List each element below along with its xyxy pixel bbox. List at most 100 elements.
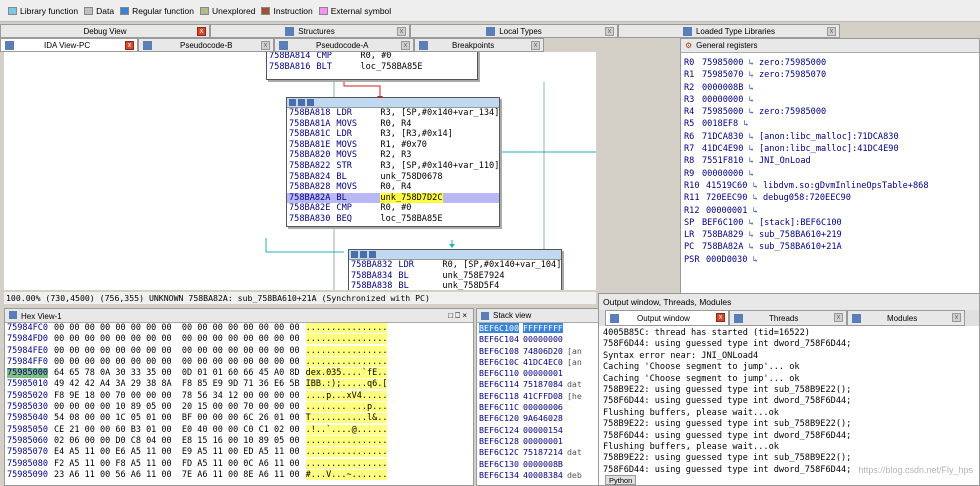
tab-loaded-type-libraries[interactable]: Loaded Type Libraries x (618, 24, 840, 38)
instruction-operand: unk_758D0678 (380, 171, 443, 182)
stack-row[interactable]: BEF6C120 9A646028 (479, 413, 599, 424)
stack-row[interactable]: BEF6C118 41CFFD08 [he (479, 391, 599, 402)
instruction-line[interactable]: 758BA81C LDR R3, [R3,#0x14] (287, 129, 499, 140)
close-icon[interactable]: x (605, 27, 614, 36)
stack-row[interactable]: BEF6C10C 41DC4EC0 [an (479, 357, 599, 368)
instruction-line[interactable]: 758BA834 BL unk_758E7924 (349, 271, 561, 282)
register-row[interactable]: R12 00000001 ↳ (684, 205, 979, 217)
instruction-line[interactable]: 758BA820 MOVS R2, R3 (287, 150, 499, 161)
window-controls[interactable]: □ ⎕ × (448, 311, 467, 321)
stack-row[interactable]: BEF6C100 FFFFFFFF (479, 323, 599, 334)
register-row[interactable]: SP BEF6C100 ↳ [stack]:BEF6C100 (684, 217, 979, 229)
tab-pseudocode-b[interactable]: Pseudocode-B x (138, 38, 274, 52)
hex-row[interactable]: 75984FE0 00 00 00 00 00 00 00 00 00 00 00… (7, 345, 473, 357)
close-icon[interactable]: x (952, 313, 961, 322)
stack-row[interactable]: BEF6C124 00000154 (479, 425, 599, 436)
tab-debug-view[interactable]: Debug View x (0, 24, 210, 38)
hex-row[interactable]: 75985020 F8 9E 18 00 70 00 00 00 78 56 34… (7, 390, 473, 402)
instruction-line[interactable]: 758BA824 BL unk_758D0678 (287, 172, 499, 183)
instruction-line[interactable]: 758BA81A MOVS R0, R4 (287, 119, 499, 130)
stack-value: 00000006 (522, 402, 563, 413)
hex-row[interactable]: 75985050 CE 21 00 00 60 B3 01 00 E0 40 00… (7, 424, 473, 436)
close-icon[interactable]: x (827, 27, 836, 36)
close-icon[interactable]: x (125, 41, 134, 50)
register-row[interactable]: R8 7551F810 ↳ JNI_OnLoad (684, 155, 979, 167)
close-icon[interactable]: x (834, 313, 843, 322)
close-icon[interactable]: x (197, 27, 206, 36)
stack-row[interactable]: BEF6C130 0000008B (479, 459, 599, 470)
output-line: 4005B85C: thread has started (tid=16522) (603, 328, 810, 338)
tab-structures[interactable]: Structures x (210, 24, 410, 38)
close-icon[interactable]: x (401, 41, 410, 50)
tab-pseudocode-a[interactable]: Pseudocode-A x (274, 38, 414, 52)
hex-row[interactable]: 75985040 54 08 00 00 1C 05 01 00 BF 00 00… (7, 413, 473, 424)
hex-row[interactable]: 75985070 E4 A5 11 00 E6 A5 11 00 E9 A5 11… (7, 447, 473, 458)
instruction-line[interactable]: 758BA814 CMP R0, #0 (267, 52, 477, 62)
register-row[interactable]: PC 758BA82A ↳ sub_758BA610+21A (684, 241, 979, 253)
hex-row[interactable]: 75984FC0 00 00 00 00 00 00 00 00 00 00 00… (7, 323, 473, 334)
hex-row[interactable]: 75984FF0 00 00 00 00 00 00 00 00 00 00 00… (7, 356, 473, 368)
ida-graph-view[interactable]: 758BA814 CMP R0, #0 758BA816 BLT loc_758BA85E… (4, 52, 596, 290)
tab-threads[interactable]: Threads x (729, 310, 847, 326)
instruction-line[interactable]: 758BA832 LDR R0, [SP,#0x140+var_104] (349, 260, 561, 271)
code-block[interactable]: 758BA814 CMP R0, #0 758BA816 BLT loc_758BA85E (266, 52, 478, 80)
hex-row[interactable]: 75985080 F2 A5 11 00 F8 A5 11 00 FD A5 11… (7, 458, 473, 470)
tab-breakpoints[interactable]: Breakpoints x (414, 38, 544, 52)
stack-row[interactable]: BEF6C12C 75187214 dat (479, 447, 599, 458)
code-block[interactable]: 758BA832 LDR R0, [SP,#0x140+var_104] 758BA8… (348, 249, 562, 290)
stack-view-pane[interactable]: Stack view BEF6C100 FFFFFFFF BEF6C104 00000… (476, 308, 600, 486)
tab-modules[interactable]: Modules x (847, 310, 965, 326)
code-block-current[interactable]: 758BA818 LDR R3, [SP,#0x140+var_134] 758BA8… (286, 97, 500, 227)
python-button[interactable]: Python (605, 475, 637, 485)
tab-output-window[interactable]: Output window x (605, 310, 729, 326)
instruction-line[interactable]: 758BA818 LDR R3, [SP,#0x140+var_134] (287, 108, 499, 119)
output-window[interactable]: Output window, Threads, Modules Output w… (598, 293, 980, 486)
register-row[interactable]: R11 720EEC90 ↳ debug058:720EEC90 (684, 192, 979, 204)
register-row[interactable]: R1 75985070 ↳ zero:75985070 (684, 69, 979, 81)
register-row[interactable]: R4 75985000 ↳ zero:75985000 (684, 106, 979, 118)
stack-row[interactable]: BEF6C108 74806D20 [an (479, 346, 599, 357)
register-row[interactable]: LR 758BA829 ↳ sub_758BA610+219 (684, 229, 979, 241)
instruction-line[interactable]: 758BA82E CMP R0, #0 (287, 203, 499, 214)
register-row[interactable]: PSR 000D0030 ↳ (684, 254, 979, 266)
register-row[interactable]: R6 71DCA830 ↳ [anon:libc_malloc]:71DCA830 (684, 131, 979, 143)
instruction-line[interactable]: 758BA822 STR R3, [SP,#0x140+var_110] (287, 161, 499, 172)
stack-row[interactable]: BEF6C110 00000001 (479, 368, 599, 379)
legend-label: External symbol (330, 5, 392, 16)
tab-local-types[interactable]: Local Types x (410, 24, 618, 38)
stack-row[interactable]: BEF6C11C 00000006 (479, 402, 599, 413)
general-registers-pane[interactable]: ⚙ General registers R0 75985000 ↳ zero:759… (680, 38, 980, 300)
instruction-mnemonic: BL (398, 270, 409, 281)
register-row[interactable]: R9 00000000 ↳ (684, 168, 979, 180)
register-row[interactable]: R2 0000008B ↳ (684, 82, 979, 94)
register-row[interactable]: R10 41519C60 ↳ libdvm.so:gDvmInlineOpsTab… (684, 180, 979, 192)
tab-ida-view-pc[interactable]: IDA View-PC x (0, 38, 138, 52)
stack-value: 00000001 (522, 435, 563, 446)
pointer-arrow-icon: ↳ (747, 254, 758, 265)
register-row[interactable]: R5 0018EF8 ↳ (684, 118, 979, 130)
close-icon[interactable]: x (261, 41, 270, 50)
stack-row[interactable]: BEF6C134 40008384 deb (479, 470, 599, 481)
register-row[interactable]: R0 75985000 ↳ zero:75985000 (684, 57, 979, 69)
close-icon[interactable]: x (716, 313, 725, 322)
hex-row[interactable]: 75985030 00 00 00 00 10 89 05 00 20 15 00… (7, 402, 473, 413)
hex-row[interactable]: 75985090 23 A6 11 00 56 A6 11 00 7E A6 11… (7, 469, 473, 481)
stack-row[interactable]: BEF6C114 75187084 dat (479, 379, 599, 390)
stack-row[interactable]: BEF6C104 00000000 (479, 334, 599, 345)
instruction-line[interactable]: 758BA81E MOVS R1, #0x70 (287, 140, 499, 151)
stack-row[interactable]: BEF6C128 00000001 (479, 436, 599, 447)
register-row[interactable]: R3 00000000 ↳ (684, 94, 979, 106)
hex-row[interactable]: 75985000 64 65 78 0A 30 33 35 00 0D 01 01… (7, 368, 473, 379)
instruction-line[interactable]: 758BA816 BLT loc_758BA85E (267, 62, 477, 73)
close-icon[interactable]: x (531, 41, 540, 50)
instruction-line[interactable]: 758BA830 BEQ loc_758BA85E (287, 214, 499, 225)
hex-row[interactable]: 75984FD0 00 00 00 00 00 00 00 00 00 00 00… (7, 334, 473, 345)
hex-view-pane[interactable]: Hex View-1 □ ⎕ × 75984FC0 00 00 00 00 00 0… (4, 308, 474, 486)
instruction-line[interactable]: 758BA828 MOVS R0, R4 (287, 182, 499, 193)
hex-row[interactable]: 75985060 02 06 00 00 D0 C8 04 00 E8 15 16… (7, 435, 473, 447)
hex-row[interactable]: 75985010 49 42 42 A4 3A 29 38 8A F8 85 E9… (7, 379, 473, 390)
instruction-line[interactable]: 758BA838 BL unk_758D5F4 (349, 281, 561, 290)
instruction-line[interactable]: 758BA82A BL unk_758D7D2C (287, 192, 499, 204)
close-icon[interactable]: x (397, 27, 406, 36)
register-row[interactable]: R7 41DC4E90 ↳ [anon:libc_malloc]:41DC4E90 (684, 143, 979, 155)
